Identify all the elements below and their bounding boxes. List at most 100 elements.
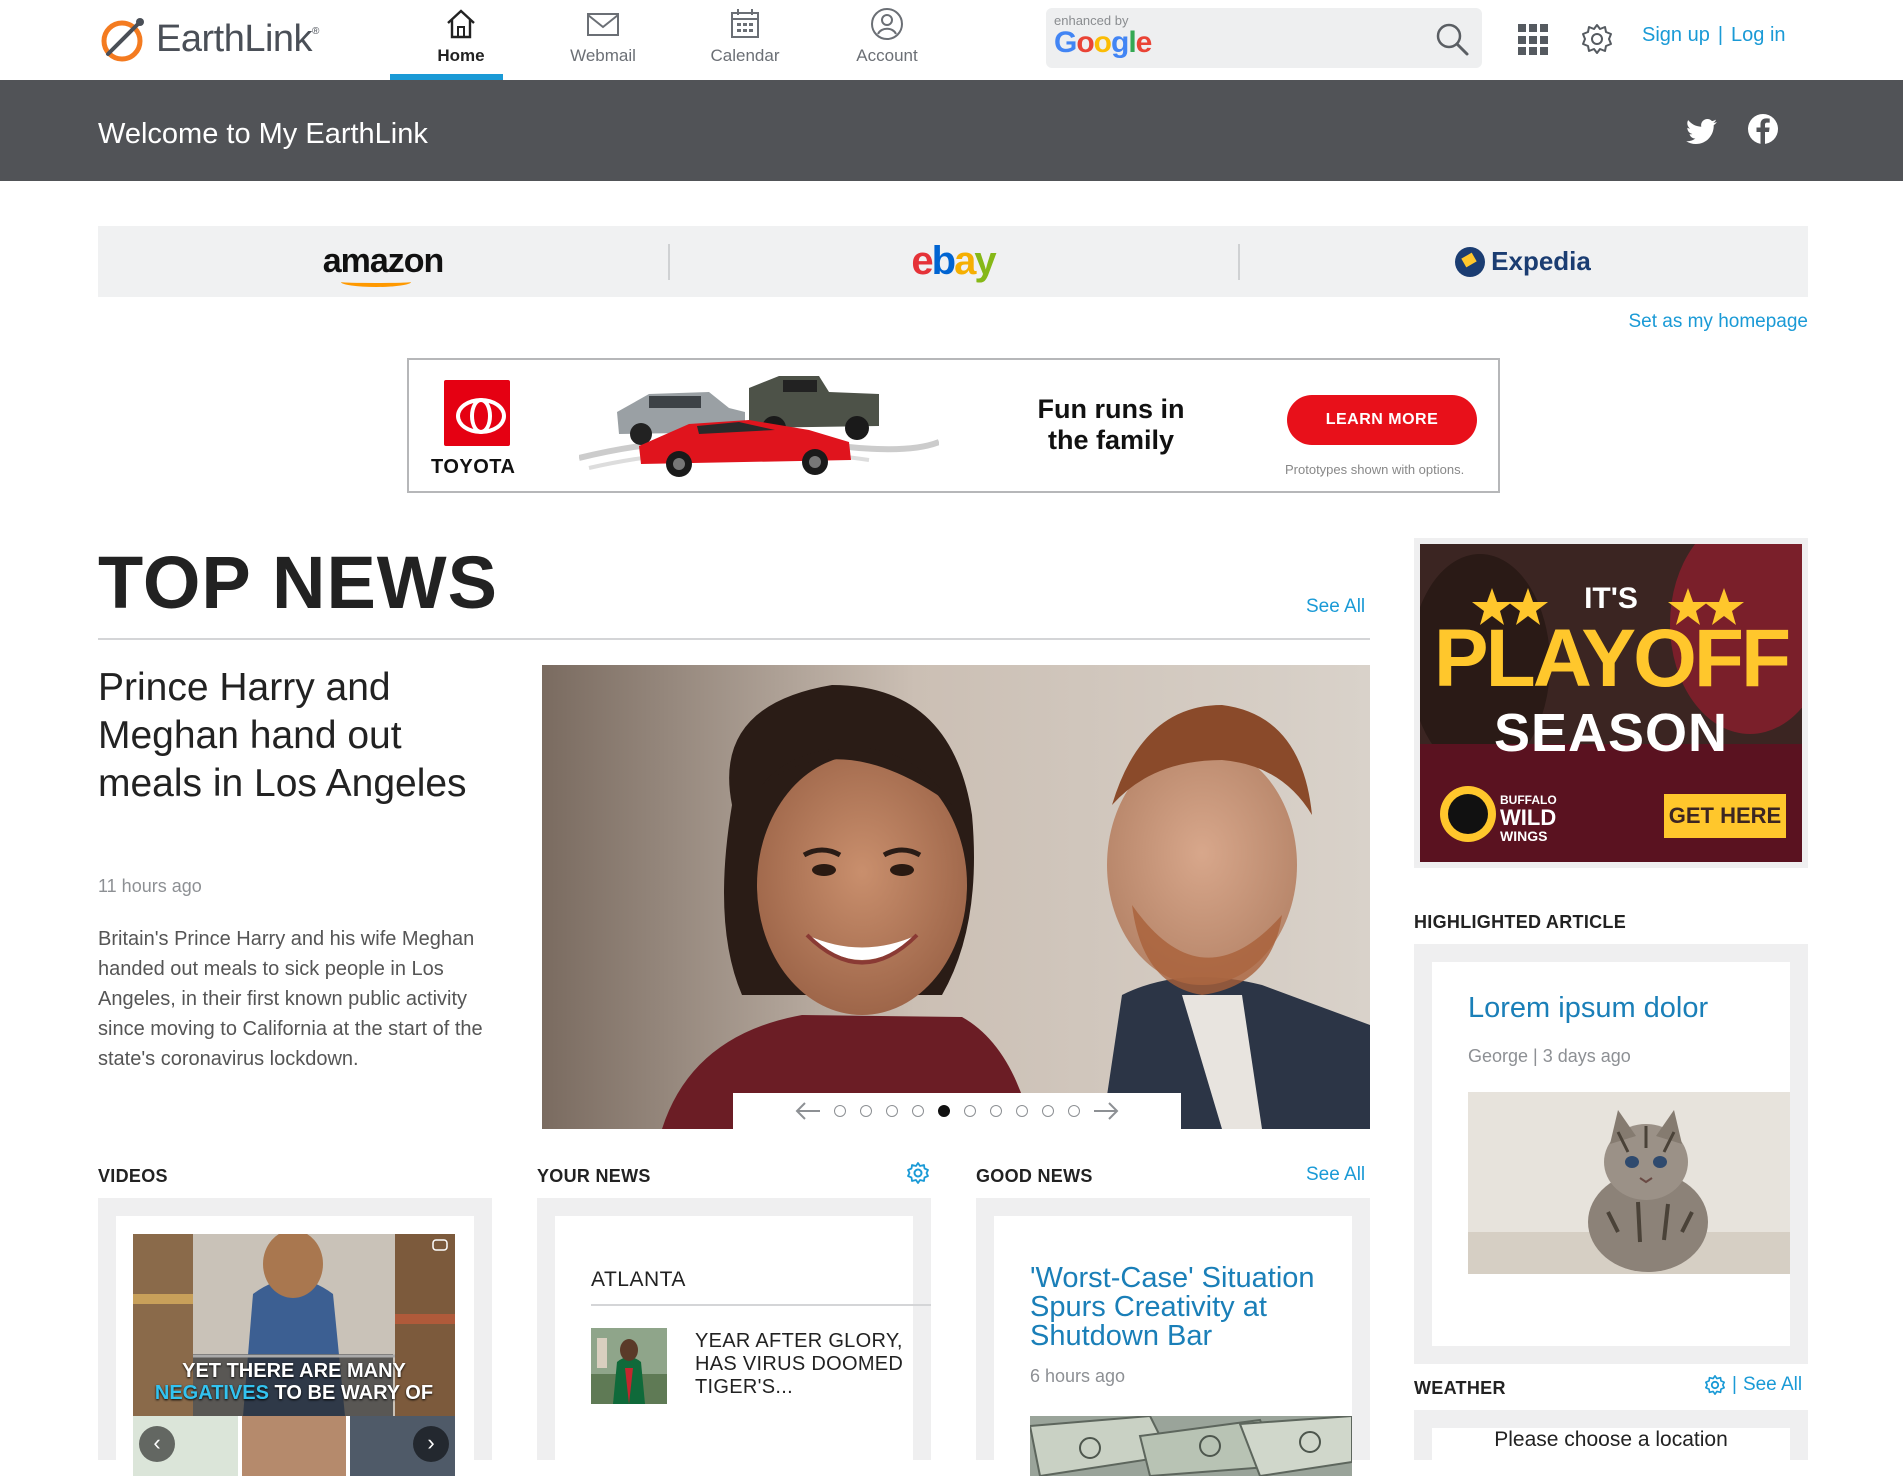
weather-card[interactable]: Please choose a location (1432, 1428, 1790, 1460)
your-news-settings-gear-icon[interactable] (906, 1161, 930, 1185)
calendar-icon (731, 9, 759, 38)
top-news-divider (98, 638, 1370, 640)
nav-account[interactable]: Account (816, 0, 958, 80)
bww-get-here-button[interactable]: GET HERE (1664, 794, 1786, 838)
carousel-dot[interactable] (990, 1105, 1002, 1117)
amazon-logo: amazon (323, 242, 444, 287)
video-thumb-row: ‹ › (133, 1416, 456, 1476)
highlighted-card[interactable]: Lorem ipsum dolor George | 3 days ago (1432, 962, 1790, 1346)
bww-brand: BUFFALO WILD WINGS (1500, 792, 1557, 844)
search-box: enhanced by Google (1046, 8, 1482, 68)
nav-webmail[interactable]: Webmail (532, 0, 674, 80)
twitter-icon[interactable] (1686, 114, 1720, 148)
carousel-dot[interactable] (1042, 1105, 1054, 1117)
carousel-dot[interactable] (860, 1105, 872, 1117)
story-summary: Britain's Prince Harry and his wife Megh… (98, 928, 483, 1070)
chevron-right-icon[interactable]: › (413, 1426, 450, 1462)
signup-link[interactable]: Sign up (1642, 24, 1710, 46)
video-caption-line2: TO BE WARY OF (274, 1382, 434, 1404)
weather-location-prompt[interactable]: Please choose a location (1432, 1428, 1790, 1452)
carousel-dot[interactable] (912, 1105, 924, 1117)
your-news-thumbnail[interactable] (591, 1328, 667, 1404)
video-thumb-2[interactable] (241, 1416, 347, 1476)
earthlink-logo[interactable]: EarthLink® (98, 14, 319, 64)
partner-bar: amazon ebay Expedia (98, 226, 1808, 297)
toyota-brand: TOYOTA (431, 456, 516, 478)
auth-separator: | (1717, 24, 1724, 46)
search-icon[interactable] (1434, 21, 1470, 57)
brand-name: EarthLink® (156, 17, 319, 60)
kitten-image (1468, 1092, 1790, 1274)
toyota-logo-icon (444, 380, 510, 446)
top-news-see-all[interactable]: See All (1306, 596, 1365, 618)
bww-brand-2: WILD (1500, 805, 1557, 830)
settings-gear-icon[interactable] (1580, 22, 1614, 56)
weather-see-all[interactable]: See All (1743, 1374, 1802, 1396)
arrow-left-icon[interactable] (794, 1101, 822, 1121)
nav-home-label: Home (437, 46, 485, 65)
welcome-banner: Welcome to My EarthLink (0, 80, 1903, 181)
apps-grid-icon[interactable] (1518, 24, 1550, 56)
cars-image (579, 376, 939, 477)
bww-line3: SEASON (1493, 703, 1729, 763)
videos-panel: YET THERE ARE MANY NEGATIVES TO BE WARY … (98, 1198, 492, 1476)
ad-disclaimer: Prototypes shown with options. (1285, 462, 1465, 477)
carousel-dots (834, 1105, 1080, 1117)
good-news-time: 6 hours ago (1030, 1366, 1126, 1386)
carousel-dot[interactable] (886, 1105, 898, 1117)
video-prev-thumb[interactable]: ‹ (133, 1416, 238, 1476)
arrow-right-icon[interactable] (1092, 1101, 1120, 1121)
nav-calendar-label: Calendar (710, 46, 780, 65)
nav-webmail-label: Webmail (570, 46, 636, 65)
mail-icon (587, 13, 619, 36)
search-input[interactable] (1176, 18, 1426, 58)
weather-separator: | (1732, 1374, 1737, 1395)
carousel-dot[interactable] (834, 1105, 846, 1117)
set-homepage-link[interactable]: Set as my homepage (1628, 311, 1808, 333)
your-news-item-title[interactable]: YEAR AFTER GLORY, HAS VIRUS DOOMED TIGER… (695, 1330, 925, 1399)
ebay-logo: ebay (911, 239, 996, 283)
highlighted-title[interactable]: Lorem ipsum dolor (1468, 992, 1708, 1025)
good-news-title[interactable]: 'Worst-Case' Situation Spurs Creativity … (1030, 1264, 1360, 1351)
carousel-dot[interactable] (938, 1105, 950, 1117)
nav-account-label: Account (856, 46, 918, 65)
your-news-divider (591, 1304, 931, 1306)
google-badge: enhanced by Google (1054, 14, 1164, 62)
login-link[interactable]: Log in (1731, 24, 1786, 46)
videos-heading: VIDEOS (98, 1166, 168, 1186)
bww-ad[interactable]: IT'S PLAYOFF SEASON BUFFALO WILD WINGS G… (1420, 544, 1802, 862)
facebook-icon[interactable] (1746, 112, 1780, 146)
home-icon (447, 9, 475, 39)
carousel-dot[interactable] (964, 1105, 976, 1117)
ad-headline: Fun runs in the family (1031, 394, 1191, 456)
story-headline[interactable]: Prince Harry and Meghan hand out meals i… (98, 664, 498, 808)
weather-links: | See All (1704, 1374, 1802, 1396)
partner-amazon[interactable]: amazon (98, 226, 668, 297)
good-news-see-all[interactable]: See All (1306, 1164, 1365, 1186)
video-thumbnail[interactable]: YET THERE ARE MANY NEGATIVES TO BE WARY … (133, 1234, 455, 1416)
chevron-left-icon[interactable]: ‹ (139, 1426, 175, 1462)
hero-image[interactable] (542, 665, 1370, 1129)
video-caption: YET THERE ARE MANY NEGATIVES TO BE WARY … (133, 1360, 455, 1404)
video-next-thumb[interactable]: › (350, 1416, 456, 1476)
nav-home[interactable]: Home (390, 0, 532, 80)
carousel-dot[interactable] (1068, 1105, 1080, 1117)
your-news-city: ATLANTA (591, 1268, 686, 1291)
video-card[interactable]: YET THERE ARE MANY NEGATIVES TO BE WARY … (116, 1216, 474, 1476)
earthlink-logo-icon (101, 18, 144, 62)
top-news-heading: TOP NEWS (98, 541, 499, 624)
good-news-card[interactable]: 'Worst-Case' Situation Spurs Creativity … (994, 1216, 1352, 1476)
learn-more-button[interactable]: LEARN MORE (1287, 395, 1477, 445)
carousel-controls (733, 1093, 1181, 1129)
partner-ebay[interactable]: ebay (668, 226, 1238, 297)
video-caption-line1: YET THERE ARE MANY (182, 1360, 406, 1382)
weather-settings-gear-icon[interactable] (1704, 1374, 1726, 1396)
expedia-plane-icon (1455, 246, 1486, 277)
partner-expedia[interactable]: Expedia (1238, 226, 1808, 297)
weather-heading: WEATHER (1414, 1378, 1506, 1398)
carousel-dot[interactable] (1016, 1105, 1028, 1117)
welcome-title: Welcome to My EarthLink (98, 118, 428, 150)
nav-calendar[interactable]: Calendar (674, 0, 816, 80)
toyota-ad-banner[interactable]: TOYOTA Fun runs in the family LEARN MORE… (407, 358, 1500, 493)
good-news-panel: 'Worst-Case' Situation Spurs Creativity … (976, 1198, 1370, 1476)
